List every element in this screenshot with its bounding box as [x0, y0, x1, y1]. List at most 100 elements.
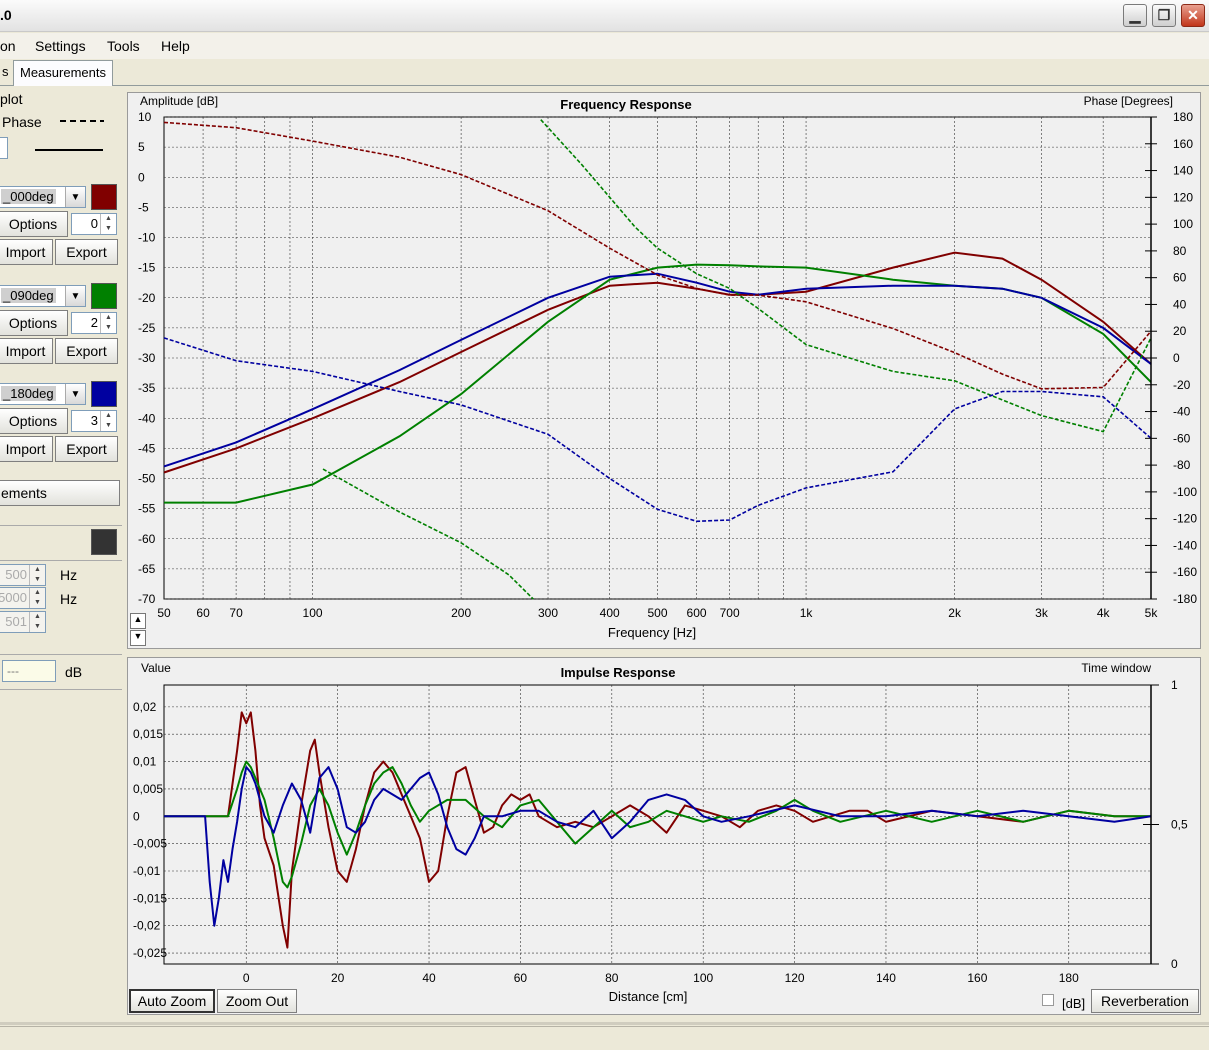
- menu-item-settings[interactable]: Settings: [35, 38, 86, 54]
- measurements-button[interactable]: ements: [0, 480, 120, 506]
- offset-stepper-3[interactable]: 3 ▲ ▼: [71, 410, 117, 432]
- db-field[interactable]: ---: [2, 660, 56, 682]
- hz-field-2[interactable]: 5000 ▲ ▼: [0, 587, 46, 609]
- hz-field-3[interactable]: 501 ▲ ▼: [0, 611, 46, 633]
- fr-right-tick-label: -40: [1173, 405, 1191, 419]
- measurement-select-2[interactable]: _090deg ▼: [0, 285, 86, 307]
- status-bar: [0, 1026, 1209, 1050]
- spin-arrows-icon[interactable]: ▲ ▼: [100, 411, 116, 431]
- phase-checkbox[interactable]: [0, 137, 8, 159]
- ir-left-tick-label: -0,025: [133, 946, 167, 960]
- ir-x-tick-label: 80: [605, 971, 619, 985]
- tab-measurements[interactable]: Measurements: [13, 60, 113, 86]
- menu-item-help[interactable]: Help: [161, 38, 190, 54]
- fr-left-tick-label: 0: [138, 170, 145, 184]
- fr-right-tick-label: 60: [1173, 271, 1187, 285]
- fr-left-tick-label: -10: [138, 231, 156, 245]
- import-button-3[interactable]: Import: [0, 436, 53, 462]
- impulse-response-chart[interactable]: 0,02 0,015 0,01 0,005 0 -0,005 -0,01 -0,015 -0,0…: [128, 658, 1200, 1014]
- export-button-2[interactable]: Export: [55, 338, 118, 364]
- fr-x-tick-label: 700: [720, 606, 740, 620]
- hz-field-1[interactable]: 500 ▲ ▼: [0, 564, 46, 586]
- color-swatch-2[interactable]: [91, 283, 117, 309]
- offset-value-2: 2: [90, 315, 98, 330]
- panel-divider: [0, 1022, 1209, 1025]
- color-swatch-3[interactable]: [91, 381, 117, 407]
- fr-right-tick-label: -100: [1173, 485, 1197, 499]
- minimize-icon: ▁: [1129, 7, 1141, 23]
- spin-arrows-icon[interactable]: ▲ ▼: [100, 313, 116, 333]
- fr-x-tick-label: 70: [229, 606, 243, 620]
- frequency-response-chart[interactable]: 1050-5-10-15-20-25-30-35-40-45-50-55-60-…: [128, 93, 1200, 648]
- window-title: .0: [0, 7, 12, 23]
- hz-value-3: 501: [5, 614, 27, 629]
- ir-right-tick-label: 0: [1171, 957, 1178, 971]
- spin-arrows-icon[interactable]: ▲ ▼: [29, 565, 45, 585]
- fr-right-tick-label: 100: [1173, 217, 1193, 231]
- fr-right-tick-label: -20: [1173, 378, 1191, 392]
- offset-value-1: 0: [90, 216, 98, 231]
- offset-value-3: 3: [90, 413, 98, 428]
- dark-color-swatch[interactable]: [91, 529, 117, 555]
- options-button-2[interactable]: Options: [0, 310, 68, 336]
- spin-arrows-icon[interactable]: ▲ ▼: [29, 588, 45, 608]
- offset-stepper-1[interactable]: 0 ▲ ▼: [71, 213, 117, 235]
- menu-bar: on Settings Tools Help: [0, 33, 1209, 59]
- fr-right-tick-label: 40: [1173, 297, 1187, 311]
- fr-right-tick-label: 0: [1173, 351, 1180, 365]
- measurement-name-1: _000deg: [1, 189, 56, 204]
- phase-label: Phase: [2, 114, 42, 130]
- options-button-1[interactable]: Options: [0, 211, 68, 237]
- auto-zoom-button[interactable]: Auto Zoom: [129, 989, 215, 1013]
- options-button-3[interactable]: Options: [0, 408, 68, 434]
- left-panel: plot Phase _000deg ▼ Options 0 ▲ ▼ Import…: [0, 87, 124, 1027]
- menu-item-tools[interactable]: Tools: [107, 38, 140, 54]
- ir-right-tick-label: 0,5: [1171, 818, 1188, 832]
- close-button[interactable]: ✕: [1181, 4, 1205, 27]
- ir-left-tick-label: 0,02: [133, 700, 157, 714]
- color-swatch-1[interactable]: [91, 184, 117, 210]
- fr-right-tick-label: 120: [1173, 190, 1193, 204]
- fr-left-tick-label: -65: [138, 562, 156, 576]
- offset-stepper-2[interactable]: 2 ▲ ▼: [71, 312, 117, 334]
- measurement-select-1[interactable]: _000deg ▼: [0, 186, 86, 208]
- scroll-down-button[interactable]: ▼: [130, 630, 146, 646]
- ir-ylabel-left: Value: [141, 661, 171, 675]
- ir-xlabel: Distance [cm]: [609, 989, 688, 1004]
- menu-item-on[interactable]: on: [0, 38, 16, 54]
- minimize-button[interactable]: ▁: [1123, 4, 1147, 27]
- ir-left-tick-label: -0,015: [133, 891, 167, 905]
- ir-x-tick-label: 180: [1059, 971, 1079, 985]
- chevron-down-icon[interactable]: ▼: [65, 384, 85, 404]
- db-checkbox-label: [dB]: [1062, 996, 1086, 1011]
- spin-arrows-icon[interactable]: ▲ ▼: [29, 612, 45, 632]
- maximize-button[interactable]: ❐: [1152, 4, 1176, 27]
- spin-arrows-icon[interactable]: ▲ ▼: [100, 214, 116, 234]
- impulse-response-panel: 0,02 0,015 0,01 0,005 0 -0,005 -0,01 -0,015 -0,0…: [127, 657, 1201, 1015]
- scroll-up-button[interactable]: ▲: [130, 613, 146, 629]
- measurement-select-3[interactable]: _180deg ▼: [0, 383, 86, 405]
- db-checkbox[interactable]: [1042, 994, 1054, 1006]
- ir-left-tick-label: 0,015: [133, 727, 163, 741]
- chevron-down-icon[interactable]: ▼: [65, 187, 85, 207]
- fr-chart-title: Frequency Response: [560, 97, 692, 112]
- ir-x-tick-label: 0: [243, 971, 250, 985]
- fr-right-tick-label: -180: [1173, 592, 1197, 606]
- fr-x-tick-label: 100: [303, 606, 323, 620]
- ir-left-tick-label: 0,005: [133, 782, 163, 796]
- fr-x-tick-label: 60: [196, 606, 210, 620]
- fr-right-tick-label: 80: [1173, 244, 1187, 258]
- ir-left-tick-label: -0,01: [133, 864, 161, 878]
- export-button-3[interactable]: Export: [55, 436, 118, 462]
- fr-ylabel-left: Amplitude [dB]: [140, 94, 218, 108]
- ir-x-tick-label: 140: [876, 971, 896, 985]
- fr-left-tick-label: 10: [138, 110, 152, 124]
- chevron-down-icon[interactable]: ▼: [65, 286, 85, 306]
- reverberation-button[interactable]: Reverberation: [1091, 989, 1199, 1013]
- zoom-out-button[interactable]: Zoom Out: [217, 989, 297, 1013]
- ir-x-tick-label: 160: [967, 971, 987, 985]
- fr-x-tick-label: 1k: [800, 606, 814, 620]
- export-button-1[interactable]: Export: [55, 239, 118, 265]
- import-button-2[interactable]: Import: [0, 338, 53, 364]
- import-button-1[interactable]: Import: [0, 239, 53, 265]
